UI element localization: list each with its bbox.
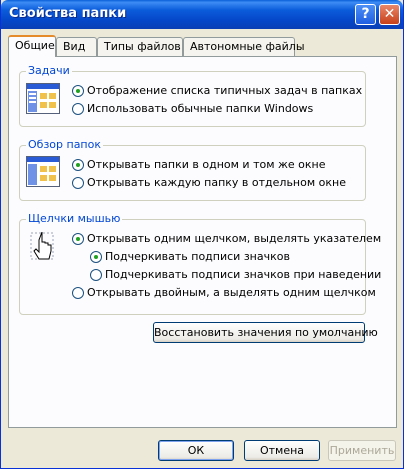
same-window-icon [26, 156, 60, 187]
tab-general[interactable]: Общие [8, 35, 56, 57]
browse-folders-group: Обзор папок Открывать папки в одном и то… [19, 138, 366, 201]
tasks-group: Задачи Отображение списка типичных задач… [19, 64, 366, 127]
radio-button[interactable] [72, 85, 84, 97]
window-title: Свойства папки [9, 6, 127, 21]
task-pane-folder-icon [26, 83, 60, 114]
title-bar[interactable]: Свойства папки ? ✕ [1, 0, 403, 29]
tab-offline-files[interactable]: Автономные файлы [183, 37, 305, 56]
radio-button[interactable] [72, 287, 84, 299]
radio-button[interactable] [90, 269, 102, 281]
help-button[interactable]: ? [355, 4, 376, 25]
radio-button[interactable] [72, 159, 84, 171]
radio-button[interactable] [72, 233, 84, 245]
tab-view[interactable]: Вид [56, 37, 97, 56]
general-tab-panel: Задачи Отображение списка типичных задач… [8, 56, 397, 428]
close-button[interactable]: ✕ [379, 4, 400, 25]
clicks-group-label: Щелчки мышью [26, 212, 123, 225]
ok-button[interactable]: ОК [158, 440, 234, 461]
cancel-button[interactable]: Отмена [244, 440, 320, 461]
folder-options-window: Свойства папки ? ✕ Общие Вид Типы файлов… [0, 0, 404, 469]
apply-button[interactable]: Применить [328, 440, 396, 461]
hand-pointer-icon [30, 232, 54, 260]
tasks-group-label: Задачи [26, 64, 72, 77]
radio-button[interactable] [72, 103, 84, 115]
browse-group-label: Обзор папок [26, 138, 103, 151]
click-items-group: Щелчки мышью Открывать одним щелчком, вы… [19, 212, 381, 315]
radio-button[interactable] [90, 251, 102, 263]
restore-defaults-button[interactable]: Восстановить значения по умолчанию [153, 322, 378, 343]
radio-button[interactable] [72, 177, 84, 189]
tab-file-types[interactable]: Типы файлов [97, 37, 183, 56]
